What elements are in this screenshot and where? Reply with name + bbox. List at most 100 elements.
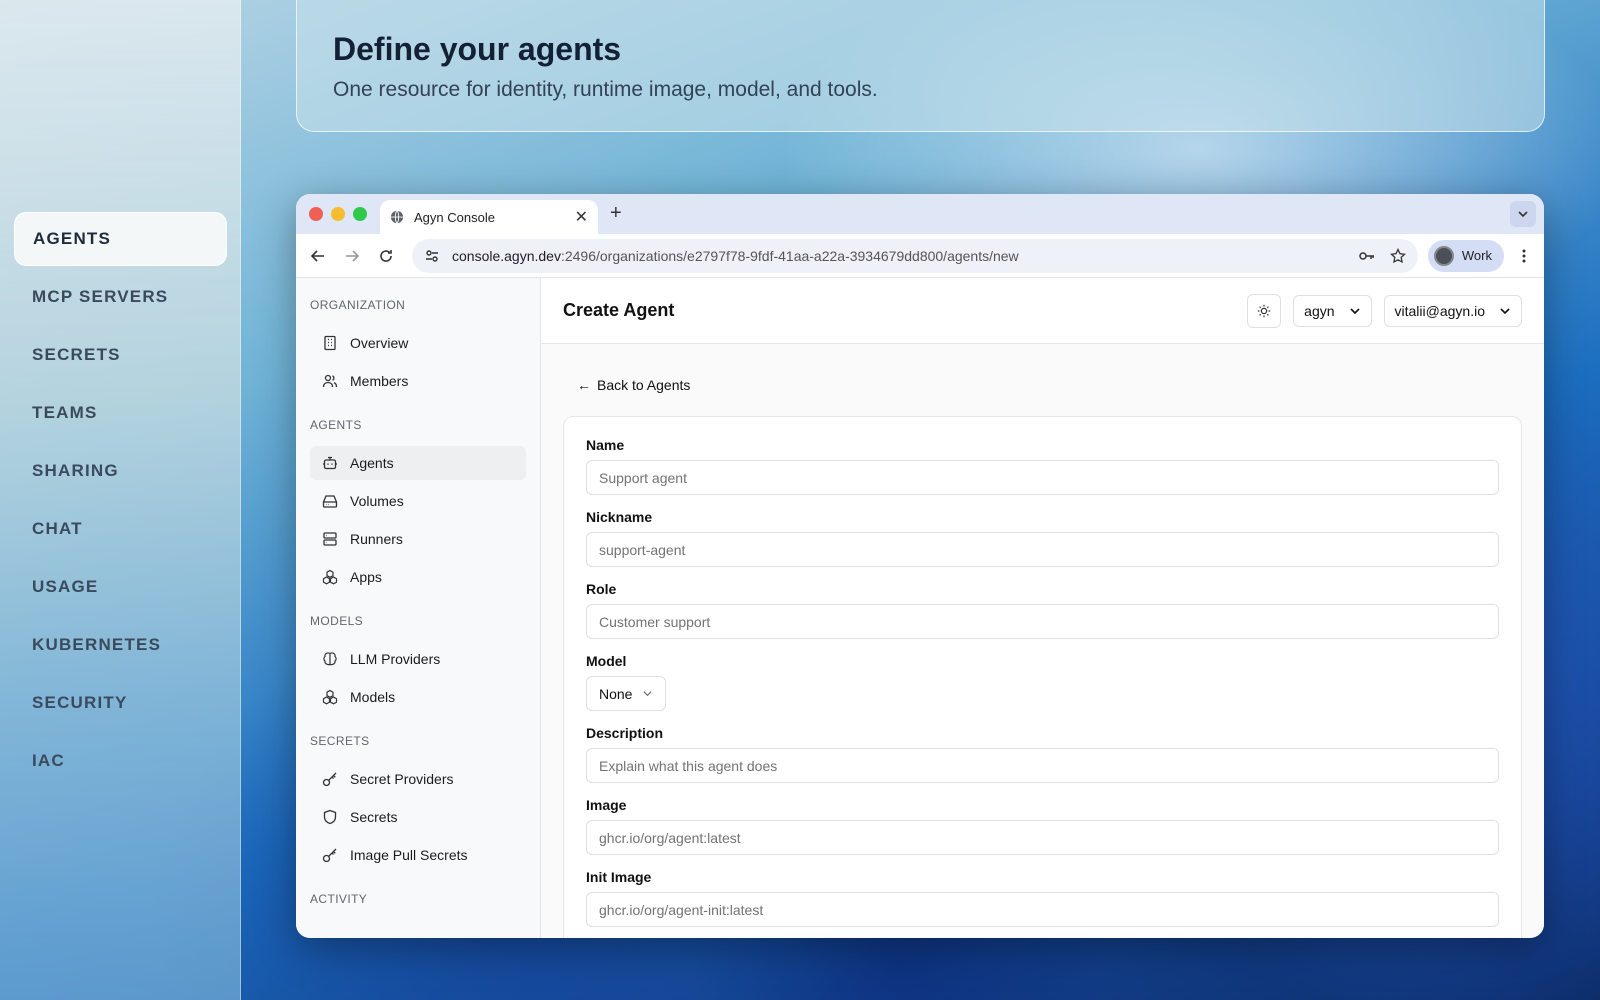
shield-icon (323, 809, 337, 825)
site-settings-icon[interactable] (424, 248, 440, 264)
model-field: Model None (586, 653, 1499, 711)
browser-tab[interactable]: Agyn Console ✕ (380, 200, 598, 234)
sidebar-section-organization: ORGANIZATION Overview Members (310, 298, 526, 398)
init-image-label: Init Image (586, 869, 652, 885)
browser-window: Agyn Console ✕ + console.agyn.dev:2496/o… (296, 194, 1544, 938)
image-field: Image (586, 797, 1499, 855)
sidebar-section-title: ACTIVITY (310, 892, 368, 906)
arrow-left-icon: ← (577, 377, 591, 393)
feature-nav-mcp-servers[interactable]: MCP SERVERS (14, 270, 227, 324)
users-icon (322, 374, 338, 388)
sun-icon (1258, 304, 1271, 317)
sidebar-item-secret-providers[interactable]: Secret Providers (310, 762, 526, 796)
close-window-button[interactable] (309, 207, 323, 221)
chevron-down-icon (1499, 305, 1511, 317)
image-input[interactable] (586, 820, 1499, 855)
console-sidebar: ORGANIZATION Overview Members AGENTS Age… (296, 278, 541, 938)
role-label: Role (586, 581, 617, 597)
hard-drive-icon (322, 495, 338, 508)
chevron-down-icon (1518, 211, 1528, 218)
model-select[interactable]: None (586, 676, 666, 711)
sidebar-item-label: Models (350, 689, 396, 705)
sidebar-section-title: MODELS (310, 614, 364, 628)
feature-nav-kubernetes[interactable]: KUBERNETES (14, 618, 227, 672)
reload-icon[interactable] (374, 244, 398, 268)
description-input[interactable] (586, 748, 1499, 783)
close-tab-icon[interactable]: ✕ (575, 207, 588, 227)
forward-icon[interactable] (340, 244, 364, 268)
server-icon (323, 532, 337, 546)
sidebar-section-secrets: SECRETS Secret Providers Secrets Image P… (310, 734, 526, 872)
sidebar-item-label: Secret Providers (350, 771, 454, 787)
user-select-value: vitalii@agyn.io (1394, 302, 1485, 319)
maximize-window-button[interactable] (353, 207, 367, 221)
feature-nav-iac[interactable]: IAC (14, 734, 227, 788)
bookmark-star-icon[interactable] (1389, 247, 1406, 264)
feature-nav-secrets[interactable]: SECRETS (14, 328, 227, 382)
sidebar-item-overview[interactable]: Overview (310, 326, 526, 360)
address-bar: console.agyn.dev:2496/organizations/e279… (296, 234, 1544, 278)
feature-nav-agents[interactable]: AGENTS (14, 212, 227, 266)
org-select[interactable]: agyn (1293, 294, 1372, 327)
name-field: Name (586, 437, 1499, 495)
nickname-input[interactable] (586, 532, 1499, 567)
feature-nav-security[interactable]: SECURITY (14, 676, 227, 730)
sidebar-item-label: Runners (350, 531, 403, 547)
user-select[interactable]: vitalii@agyn.io (1383, 294, 1522, 327)
feature-nav-usage[interactable]: USAGE (14, 560, 227, 614)
main-content: Create Agent agyn vitalii@agyn.io ← Back… (541, 278, 1544, 938)
avatar (1433, 245, 1454, 266)
init-image-input[interactable] (586, 892, 1499, 927)
tab-title: Agyn Console (414, 209, 495, 225)
nickname-field: Nickname (586, 509, 1499, 567)
sidebar-item-volumes[interactable]: Volumes (310, 484, 526, 518)
profile-button[interactable]: Work (1427, 239, 1504, 272)
feature-nav-sharing[interactable]: SHARING (14, 444, 227, 498)
sidebar-section-models: MODELS LLM Providers Models (310, 614, 526, 714)
name-input[interactable] (586, 460, 1499, 495)
create-agent-form: Name Nickname Role Model None (563, 416, 1522, 938)
hero-subtitle: One resource for identity, runtime image… (333, 78, 878, 101)
sidebar-item-label: Agents (350, 455, 394, 471)
description-field: Description (586, 725, 1499, 783)
hero-title: Define your agents (333, 31, 622, 67)
sidebar-item-secrets[interactable]: Secrets (310, 800, 526, 834)
sidebar-item-label: Secrets (350, 809, 398, 825)
sidebar-item-runners[interactable]: Runners (310, 522, 526, 556)
minimize-window-button[interactable] (331, 207, 345, 221)
name-label: Name (586, 437, 625, 453)
sidebar-item-image-pull-secrets[interactable]: Image Pull Secrets (310, 838, 526, 872)
sidebar-item-llm-providers[interactable]: LLM Providers (310, 642, 526, 676)
sidebar-item-agents[interactable]: Agents (310, 446, 526, 480)
url-input[interactable]: console.agyn.dev:2496/organizations/e279… (412, 238, 1418, 273)
sidebar-item-models[interactable]: Models (310, 680, 526, 714)
new-tab-icon[interactable]: + (610, 202, 622, 225)
password-key-icon[interactable] (1358, 247, 1376, 265)
sidebar-item-apps[interactable]: Apps (310, 560, 526, 594)
sidebar-section-activity: ACTIVITY (310, 892, 526, 906)
back-to-agents-button[interactable]: ← Back to Agents (563, 370, 704, 400)
sidebar-item-label: Image Pull Secrets (350, 847, 468, 863)
sidebar-item-label: Apps (350, 569, 382, 585)
role-field: Role (586, 581, 1499, 639)
image-label: Image (586, 797, 627, 813)
tab-bar: Agyn Console ✕ + (296, 194, 1544, 234)
feature-nav-teams[interactable]: TEAMS (14, 386, 227, 440)
tab-search-button[interactable] (1510, 201, 1536, 227)
boxes-icon (322, 689, 338, 705)
sidebar-item-members[interactable]: Members (310, 364, 526, 398)
org-select-value: agyn (1304, 302, 1335, 319)
sidebar-item-label: Overview (350, 335, 409, 351)
building-icon (324, 335, 336, 351)
sidebar-item-label: LLM Providers (350, 651, 441, 667)
role-input[interactable] (586, 604, 1499, 639)
init-image-field: Init Image (586, 869, 1499, 927)
feature-nav-chat[interactable]: CHAT (14, 502, 227, 556)
chevron-down-icon (642, 688, 653, 699)
page-title: Create Agent (563, 300, 675, 320)
page-header: Create Agent agyn vitalii@agyn.io (541, 278, 1544, 344)
browser-menu-icon[interactable] (1514, 248, 1534, 264)
sidebar-item-label: Volumes (350, 493, 404, 509)
theme-toggle-button[interactable] (1247, 293, 1282, 328)
back-icon[interactable] (306, 244, 330, 268)
